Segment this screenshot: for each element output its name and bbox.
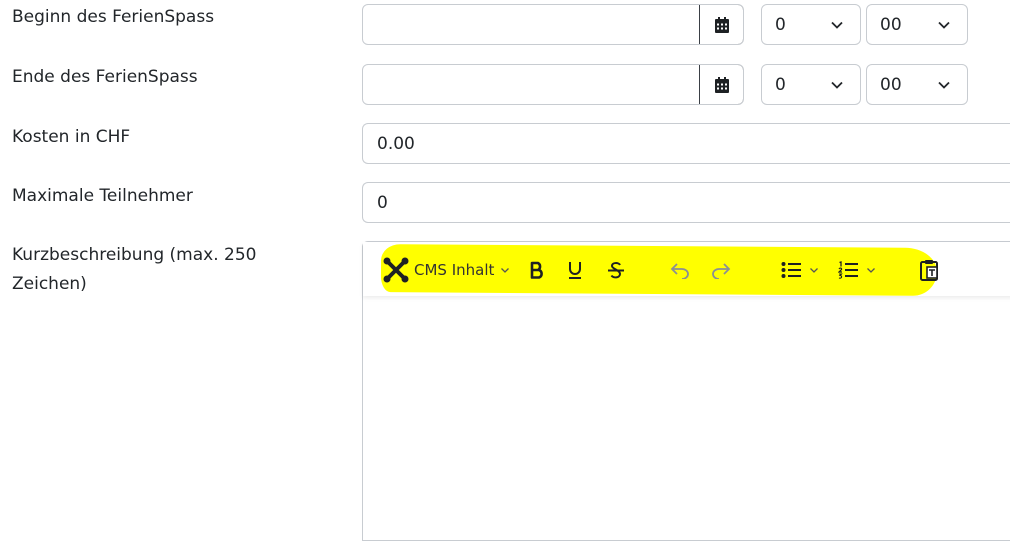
chevron-down-icon bbox=[867, 268, 875, 273]
chevron-down-icon bbox=[938, 21, 950, 29]
bold-icon bbox=[530, 261, 543, 279]
editor-content-area[interactable] bbox=[363, 296, 1010, 540]
strikethrough-icon bbox=[608, 261, 624, 278]
strikethrough-button[interactable] bbox=[605, 259, 627, 281]
calendar-icon bbox=[714, 76, 729, 93]
end-date-input[interactable] bbox=[362, 64, 744, 105]
chevron-down-icon bbox=[831, 81, 843, 89]
joomla-logo-icon bbox=[383, 257, 409, 283]
underline-icon bbox=[569, 261, 581, 279]
rich-text-editor[interactable]: CMS Inhalt bbox=[362, 241, 1010, 541]
bold-button[interactable] bbox=[526, 259, 548, 281]
cms-content-dropdown[interactable]: CMS Inhalt bbox=[414, 260, 510, 280]
start-minute-value: 00 bbox=[880, 14, 902, 35]
chevron-down-icon bbox=[831, 21, 843, 29]
end-hour-select[interactable]: 0 bbox=[761, 64, 861, 105]
short-description-label: Kurzbeschreibung (max. 250 Zeichen) bbox=[12, 245, 257, 294]
numbered-list-button[interactable] bbox=[834, 259, 880, 281]
paste-as-text-icon bbox=[920, 260, 938, 281]
max-participants-input[interactable]: 0 bbox=[362, 182, 1010, 223]
cost-label: Kosten in CHF bbox=[12, 127, 131, 147]
start-date-input[interactable] bbox=[362, 4, 744, 45]
undo-button[interactable] bbox=[669, 259, 691, 281]
cost-input[interactable]: 0.00 bbox=[362, 123, 1010, 164]
redo-icon bbox=[712, 263, 731, 279]
undo-icon bbox=[670, 263, 689, 279]
end-minute-select[interactable]: 00 bbox=[866, 64, 968, 105]
start-label: Beginn des FerienSpass bbox=[12, 7, 215, 27]
cms-content-label: CMS Inhalt bbox=[414, 261, 495, 279]
cost-value: 0.00 bbox=[377, 133, 415, 154]
start-calendar-button[interactable] bbox=[699, 5, 743, 44]
max-participants-label: Maximale Teilnehmer bbox=[12, 186, 193, 206]
chevron-down-icon bbox=[810, 268, 818, 273]
bullet-list-icon bbox=[781, 262, 801, 278]
numbered-list-icon bbox=[838, 261, 858, 279]
start-hour-select[interactable]: 0 bbox=[761, 4, 861, 45]
end-hour-value: 0 bbox=[775, 74, 786, 95]
calendar-icon bbox=[714, 16, 729, 33]
redo-button[interactable] bbox=[710, 259, 732, 281]
end-minute-value: 00 bbox=[880, 74, 902, 95]
end-label: Ende des FerienSpass bbox=[12, 67, 198, 87]
paste-as-text-button[interactable] bbox=[917, 258, 941, 282]
underline-button[interactable] bbox=[564, 259, 586, 281]
chevron-down-icon bbox=[938, 81, 950, 89]
chevron-down-icon bbox=[501, 268, 510, 273]
bullet-list-button[interactable] bbox=[777, 259, 823, 281]
start-hour-value: 0 bbox=[775, 14, 786, 35]
max-participants-value: 0 bbox=[377, 192, 388, 213]
editor-toolbar: CMS Inhalt bbox=[363, 242, 1010, 296]
start-minute-select[interactable]: 00 bbox=[866, 4, 968, 45]
end-calendar-button[interactable] bbox=[699, 65, 743, 104]
joomla-icon[interactable] bbox=[381, 255, 411, 285]
